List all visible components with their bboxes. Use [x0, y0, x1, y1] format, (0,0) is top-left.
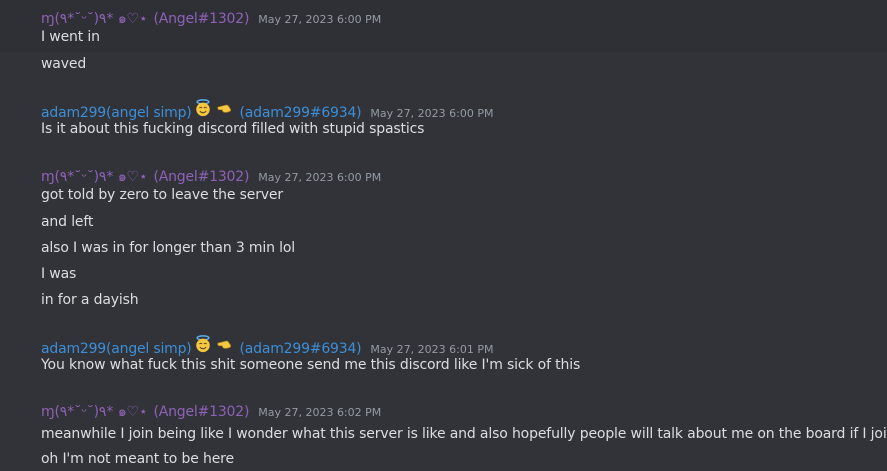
pointing-hand-icon — [216, 340, 231, 349]
message-line: You know what fuck this shit someone sen… — [41, 357, 581, 373]
timestamp[interactable]: May 27, 2023 6:00 PM — [370, 107, 493, 120]
message-line: in for a dayish — [41, 292, 139, 308]
timestamp[interactable]: May 27, 2023 6:02 PM — [258, 406, 381, 419]
author-name[interactable]: adam299(angel simp) — [41, 105, 192, 121]
chat-log: ɱ(٩*˘ᵕ˘)٩* ๑♡⋆ (Angel#1302) May 27, 2023… — [0, 0, 887, 471]
author-name[interactable]: ɱ(٩*˘ᵕ˘)٩* ๑♡⋆ — [41, 8, 148, 30]
author-tag[interactable]: (adam299#6934) — [240, 341, 362, 357]
message-line: got told by zero to leave the server — [41, 187, 283, 203]
message-header: ɱ(٩*˘ᵕ˘)٩* ๑♡⋆ (Angel#1302) May 27, 2023… — [41, 8, 381, 28]
message-header: ɱ(٩*˘ᵕ˘)٩* ๑♡⋆ (Angel#1302) May 27, 2023… — [41, 401, 381, 421]
author-name[interactable]: adam299(angel simp) — [41, 341, 192, 357]
message-header: adam299(angel simp) (adam299#6934) May 2… — [41, 335, 493, 357]
message-line: oh I'm not meant to be here — [41, 451, 234, 467]
message-line: waved — [41, 56, 87, 72]
message-line: Is it about this fucking discord filled … — [41, 121, 425, 137]
timestamp[interactable]: May 27, 2023 6:00 PM — [258, 13, 381, 26]
smiling-face-with-halo-icon — [195, 99, 210, 117]
message-line: and left — [41, 214, 94, 230]
author-tag[interactable]: (Angel#1302) — [153, 404, 249, 420]
message-line: I went in — [41, 29, 100, 45]
message-line: also I was in for longer than 3 min lol — [41, 240, 296, 256]
author-tag[interactable]: (adam299#6934) — [240, 105, 362, 121]
pointing-hand-icon — [216, 104, 231, 113]
author-tag[interactable]: (Angel#1302) — [153, 11, 249, 27]
message-line: meanwhile I join being like I wonder wha… — [41, 426, 887, 442]
timestamp[interactable]: May 27, 2023 6:01 PM — [370, 343, 493, 356]
author-tag[interactable]: (Angel#1302) — [153, 169, 249, 185]
timestamp[interactable]: May 27, 2023 6:00 PM — [258, 171, 381, 184]
message-header: adam299(angel simp) (adam299#6934) May 2… — [41, 99, 493, 121]
smiling-face-with-halo-icon — [195, 335, 210, 353]
author-name[interactable]: ɱ(٩*˘ᵕ˘)٩* ๑♡⋆ — [41, 166, 148, 188]
message-header: ɱ(٩*˘ᵕ˘)٩* ๑♡⋆ (Angel#1302) May 27, 2023… — [41, 166, 381, 186]
message-line: I was — [41, 266, 77, 282]
author-name[interactable]: ɱ(٩*˘ᵕ˘)٩* ๑♡⋆ — [41, 401, 148, 423]
